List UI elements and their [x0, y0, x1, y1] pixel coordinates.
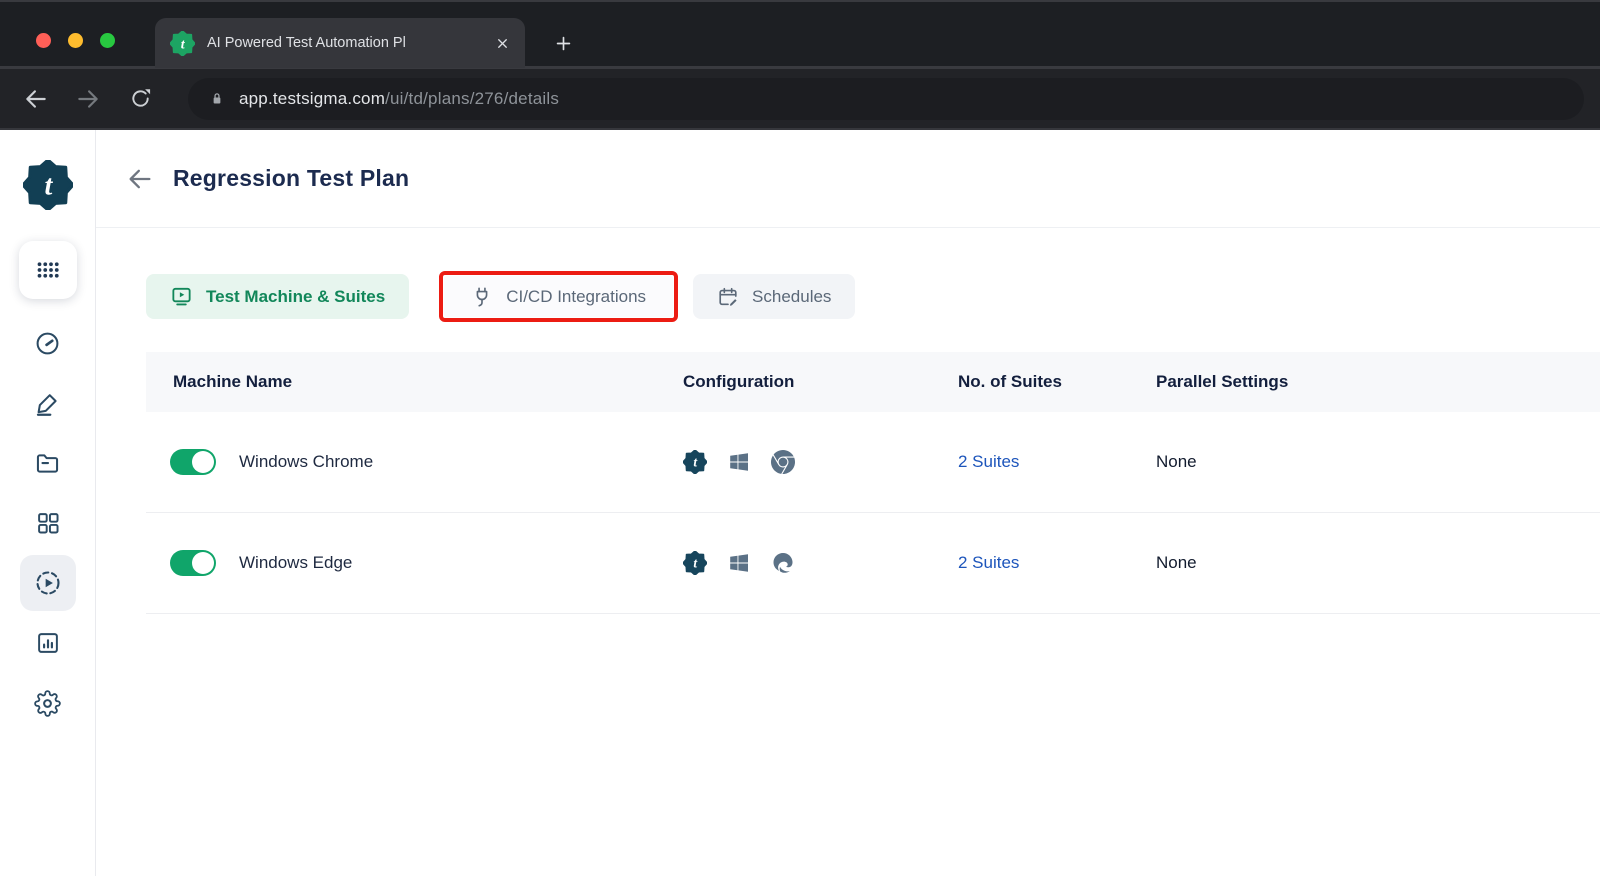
- windows-icon: [727, 450, 751, 474]
- machine-enabled-toggle[interactable]: [170, 449, 216, 475]
- new-tab-button[interactable]: [547, 27, 580, 60]
- chrome-icon: [771, 450, 795, 474]
- machine-enabled-toggle[interactable]: [170, 550, 216, 576]
- url-text: app.testsigma.com/ui/td/plans/276/detail…: [239, 89, 559, 109]
- pencil-icon: [34, 390, 61, 417]
- gear-icon: [34, 690, 61, 717]
- reload-icon: [129, 87, 152, 110]
- configuration-icons: [683, 450, 958, 474]
- calendar-edit-icon: [717, 286, 739, 308]
- column-header-machine-name: Machine Name: [146, 372, 683, 392]
- back-arrow-icon: [126, 165, 154, 193]
- browser-reload-button[interactable]: [124, 83, 156, 115]
- sidebar-item-reports[interactable]: [20, 615, 76, 671]
- four-squares-icon: [35, 510, 61, 536]
- parallel-setting-value: None: [1156, 452, 1600, 472]
- zoom-window-button[interactable]: [100, 33, 115, 48]
- toggle-knob: [192, 552, 214, 574]
- tab-close-icon[interactable]: [495, 36, 510, 51]
- red-annotation-box: CI/CD Integrations: [439, 271, 678, 322]
- sidebar-item-create-tests[interactable]: [20, 375, 76, 431]
- tab-label: Schedules: [752, 287, 831, 307]
- window-controls: [36, 33, 115, 48]
- suites-link[interactable]: 2 Suites: [958, 452, 1019, 471]
- page-header: Regression Test Plan: [96, 130, 1600, 228]
- plan-tabs: Test Machine & Suites CI/CD Integrations…: [146, 271, 1600, 322]
- testsigma-favicon-icon: [170, 31, 195, 56]
- table-row: Windows Chrome 2 Suites None: [146, 412, 1600, 513]
- tab-cicd-integrations[interactable]: CI/CD Integrations: [444, 276, 673, 317]
- browser-back-button[interactable]: [20, 83, 52, 115]
- table-row: Windows Edge 2 Suites None: [146, 513, 1600, 614]
- play-dashed-circle-icon: [34, 569, 62, 597]
- page-title: Regression Test Plan: [173, 165, 409, 192]
- machine-name: Windows Edge: [239, 553, 352, 573]
- sidebar-item-elements[interactable]: [20, 495, 76, 551]
- forward-arrow-icon: [75, 86, 101, 112]
- plus-icon: [554, 34, 573, 53]
- plug-icon: [471, 286, 493, 308]
- bar-chart-icon: [35, 630, 61, 656]
- lock-icon: [208, 90, 226, 108]
- back-arrow-icon: [23, 86, 49, 112]
- sidebar-item-settings[interactable]: [20, 675, 76, 731]
- column-header-configuration: Configuration: [683, 372, 958, 392]
- url-host: app.testsigma.com: [239, 89, 385, 108]
- speedometer-icon: [34, 330, 61, 357]
- table-header-row: Machine Name Configuration No. of Suites…: [146, 352, 1600, 412]
- monitor-play-icon: [170, 285, 193, 308]
- toggle-knob: [192, 451, 214, 473]
- url-path: /ui/td/plans/276/details: [385, 89, 559, 108]
- page-back-button[interactable]: [124, 163, 156, 195]
- close-window-button[interactable]: [36, 33, 51, 48]
- testsigma-logo-icon[interactable]: [23, 160, 73, 210]
- column-header-no-of-suites: No. of Suites: [958, 372, 1156, 392]
- tab-test-machine-suites[interactable]: Test Machine & Suites: [146, 274, 409, 319]
- browser-chrome: AI Powered Test Automation Pl app.testsi…: [0, 0, 1600, 130]
- machine-name: Windows Chrome: [239, 452, 373, 472]
- parallel-setting-value: None: [1156, 553, 1600, 573]
- windows-icon: [727, 551, 751, 575]
- configuration-icons: [683, 551, 958, 575]
- sidebar: [0, 130, 96, 876]
- suites-link[interactable]: 2 Suites: [958, 553, 1019, 572]
- sidebar-item-test-runs[interactable]: [20, 555, 76, 611]
- address-bar[interactable]: app.testsigma.com/ui/td/plans/276/detail…: [188, 78, 1584, 120]
- browser-tab-title: AI Powered Test Automation Pl: [207, 35, 495, 51]
- machines-table: Machine Name Configuration No. of Suites…: [146, 352, 1600, 614]
- app-window: Regression Test Plan Test Machine & Suit…: [0, 130, 1600, 876]
- apps-grid-icon: [33, 255, 63, 285]
- sidebar-item-apps-menu[interactable]: [19, 241, 77, 299]
- browser-tab-strip: AI Powered Test Automation Pl: [0, 0, 1600, 66]
- browser-toolbar: app.testsigma.com/ui/td/plans/276/detail…: [0, 66, 1600, 130]
- browser-forward-button[interactable]: [72, 83, 104, 115]
- edge-icon: [771, 551, 795, 575]
- sidebar-item-dashboard[interactable]: [20, 315, 76, 371]
- minimize-window-button[interactable]: [68, 33, 83, 48]
- tab-label: Test Machine & Suites: [206, 287, 385, 307]
- testsigma-agent-icon: [683, 551, 707, 575]
- tab-label: CI/CD Integrations: [506, 287, 646, 307]
- tab-schedules[interactable]: Schedules: [693, 274, 855, 319]
- testsigma-agent-icon: [683, 450, 707, 474]
- sidebar-item-test-data[interactable]: [20, 435, 76, 491]
- main-content: Regression Test Plan Test Machine & Suit…: [96, 130, 1600, 876]
- folder-icon: [34, 450, 61, 477]
- browser-tab[interactable]: AI Powered Test Automation Pl: [155, 18, 525, 68]
- column-header-parallel-settings: Parallel Settings: [1156, 372, 1600, 392]
